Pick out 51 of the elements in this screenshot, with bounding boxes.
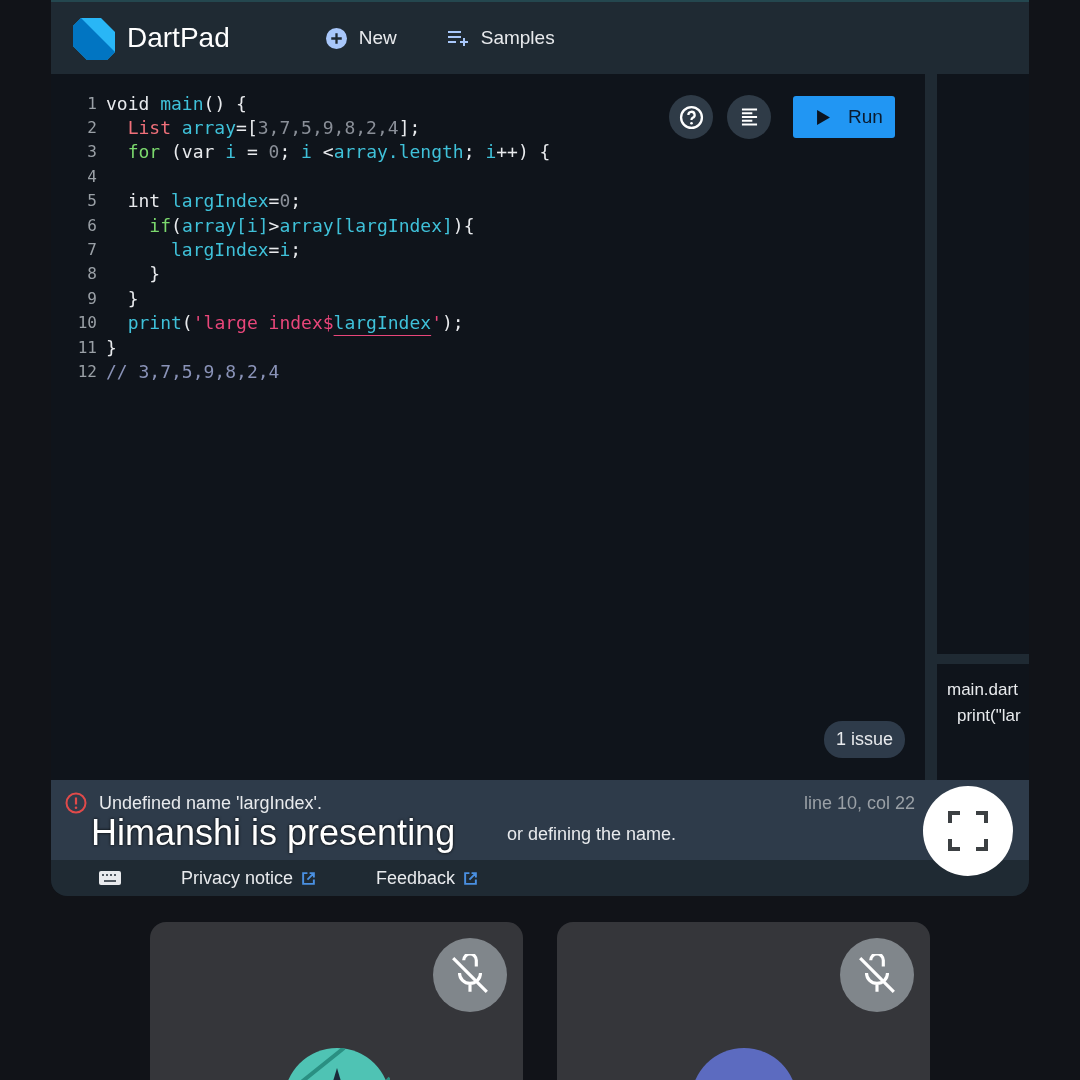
- code-line: if(array[i]>array[largIndex]){: [148, 214, 475, 236]
- line-number: 11: [76, 337, 97, 357]
- code-line: // 3,7,5,9,8,2,4: [106, 361, 280, 382]
- line-number: 5: [86, 191, 97, 211]
- line-number: 9: [86, 288, 97, 308]
- code-line: int largIndex=0;: [126, 190, 302, 212]
- external-link-icon: [463, 870, 479, 886]
- line-number: 6: [86, 215, 97, 235]
- splitter-handle[interactable]: [925, 74, 937, 780]
- nav-button[interactable]: New: [319, 23, 403, 53]
- issue-location: line 10, col 22: [803, 792, 915, 814]
- console-text: main.dart: [947, 680, 1019, 700]
- code-line: largIndex=i;: [170, 239, 302, 261]
- issue-message[interactable]: Undefined name 'largIndex'.: [99, 792, 322, 814]
- fullscreen-icon: [948, 811, 988, 851]
- footer-link[interactable]: Feedback: [376, 867, 479, 889]
- code-line: void main() {: [106, 92, 247, 114]
- app-title: DartPad: [127, 22, 230, 54]
- code-line: }: [106, 336, 117, 358]
- help-button[interactable]: [669, 95, 713, 139]
- nav-button[interactable]: Samples: [440, 23, 561, 53]
- error-icon: [65, 792, 87, 814]
- format-button[interactable]: [727, 95, 771, 139]
- line-number: 2: [86, 118, 97, 138]
- line-number: 10: [76, 313, 97, 333]
- code-line: }: [148, 263, 161, 285]
- run-button[interactable]: Run: [793, 96, 895, 138]
- issue-count-chip[interactable]: 1 issue: [823, 721, 905, 758]
- dart-logo-icon: [73, 16, 115, 60]
- mic-off-icon: [449, 954, 491, 996]
- line-number: 3: [86, 142, 97, 162]
- line-number: 8: [86, 264, 97, 284]
- code-line: print('large index$largIndex');: [126, 312, 464, 334]
- format-icon: [740, 107, 758, 127]
- play-icon: [817, 109, 830, 125]
- add-icon: [325, 27, 347, 49]
- help-icon: [678, 104, 704, 130]
- code-line: List array=[3,7,5,9,8,2,4];: [126, 117, 421, 139]
- external-link-icon: [301, 870, 317, 886]
- line-number: 7: [86, 240, 97, 260]
- mic-off-icon: [856, 954, 898, 996]
- console-text: print("lar: [956, 706, 1022, 726]
- keyboard-icon: [99, 871, 121, 885]
- playlist-add-icon: [446, 30, 469, 46]
- code-line: for (var i = 0; i <array.length; i++) {: [126, 141, 551, 163]
- line-number: 12: [76, 362, 97, 381]
- line-number: 4: [86, 166, 97, 186]
- code-line: }: [126, 287, 139, 309]
- line-number: 1: [86, 93, 97, 113]
- footer-link[interactable]: Privacy notice: [181, 867, 317, 889]
- issue-hint: or defining the name.: [507, 824, 677, 845]
